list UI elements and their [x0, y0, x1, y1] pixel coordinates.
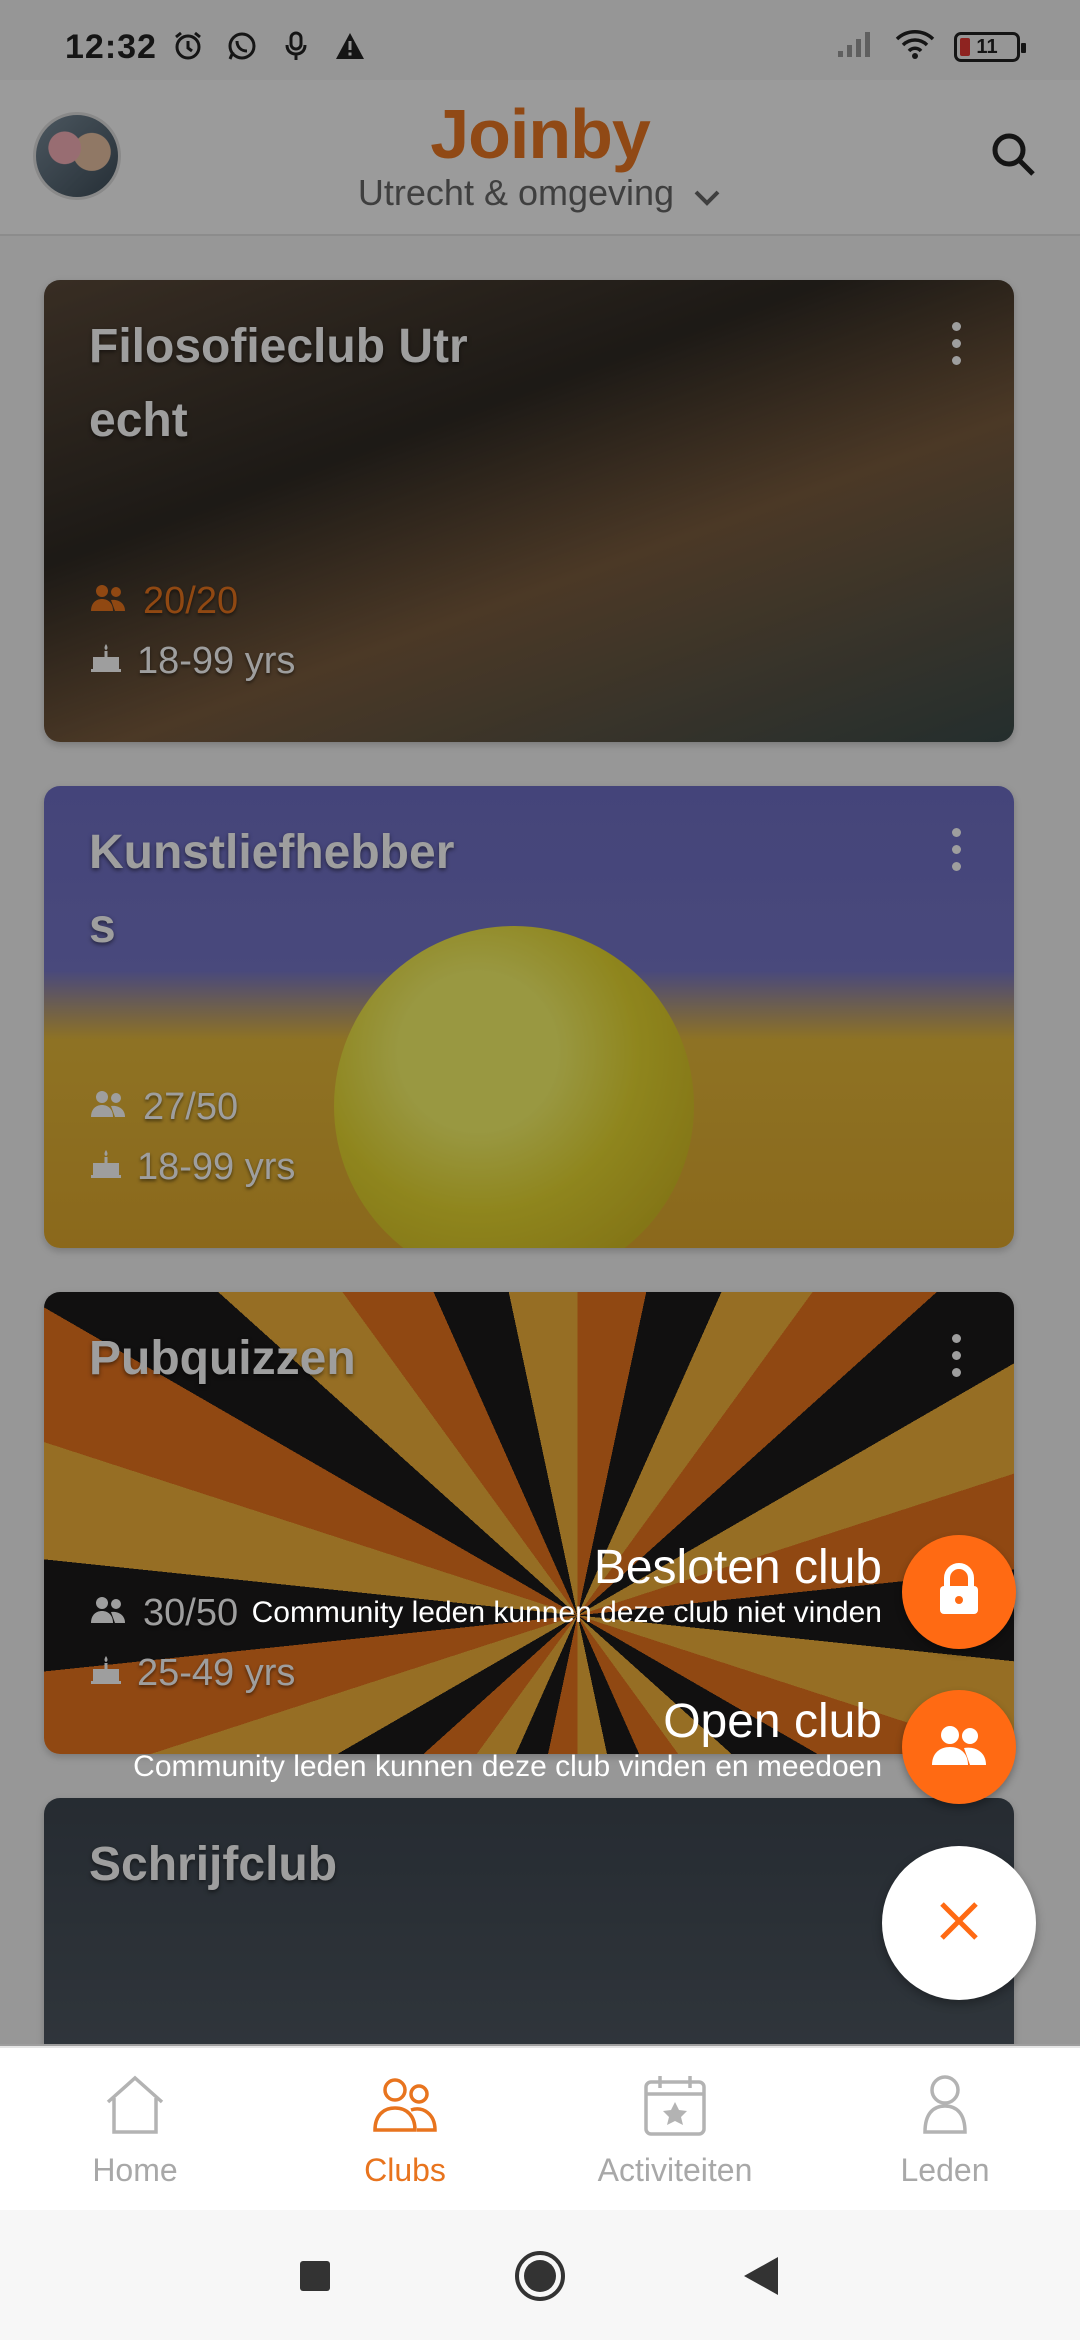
close-icon — [937, 1899, 981, 1948]
nav-clubs[interactable]: Clubs — [290, 2070, 520, 2189]
system-nav-bar — [0, 2210, 1080, 2340]
open-club-title: Open club — [663, 1695, 882, 1748]
people-icon — [928, 1723, 990, 1772]
home-icon — [20, 2070, 250, 2140]
bottom-nav: Home Clubs Activiteiten Leden — [0, 2046, 1080, 2212]
calendar-icon — [560, 2070, 790, 2140]
open-club-button[interactable] — [902, 1690, 1016, 1804]
person-icon — [830, 2070, 1060, 2140]
clubs-icon — [290, 2070, 520, 2140]
nav-home[interactable]: Home — [20, 2070, 250, 2189]
nav-clubs-label: Clubs — [364, 2152, 446, 2188]
closed-club-desc: Community leden kunnen deze club niet vi… — [251, 1596, 882, 1629]
back-button[interactable] — [730, 2248, 790, 2304]
closed-club-title: Besloten club — [593, 1541, 882, 1594]
recents-button[interactable] — [285, 2248, 345, 2304]
open-club-desc: Community leden kunnen deze club vinden … — [133, 1750, 882, 1783]
nav-activities[interactable]: Activiteiten — [560, 2070, 790, 2189]
nav-home-label: Home — [92, 2152, 178, 2188]
nav-members[interactable]: Leden — [830, 2070, 1060, 2189]
close-fab-button[interactable] — [882, 1846, 1036, 2000]
home-button[interactable] — [510, 2248, 570, 2304]
speed-dial-closed-label[interactable]: Besloten club Community leden kunnen dez… — [0, 1540, 882, 1630]
closed-club-button[interactable] — [902, 1535, 1016, 1649]
lock-icon — [935, 1562, 983, 1623]
nav-activities-label: Activiteiten — [597, 2152, 753, 2188]
nav-members-label: Leden — [900, 2152, 990, 2188]
speed-dial-open-label[interactable]: Open club Community leden kunnen deze cl… — [0, 1694, 882, 1784]
